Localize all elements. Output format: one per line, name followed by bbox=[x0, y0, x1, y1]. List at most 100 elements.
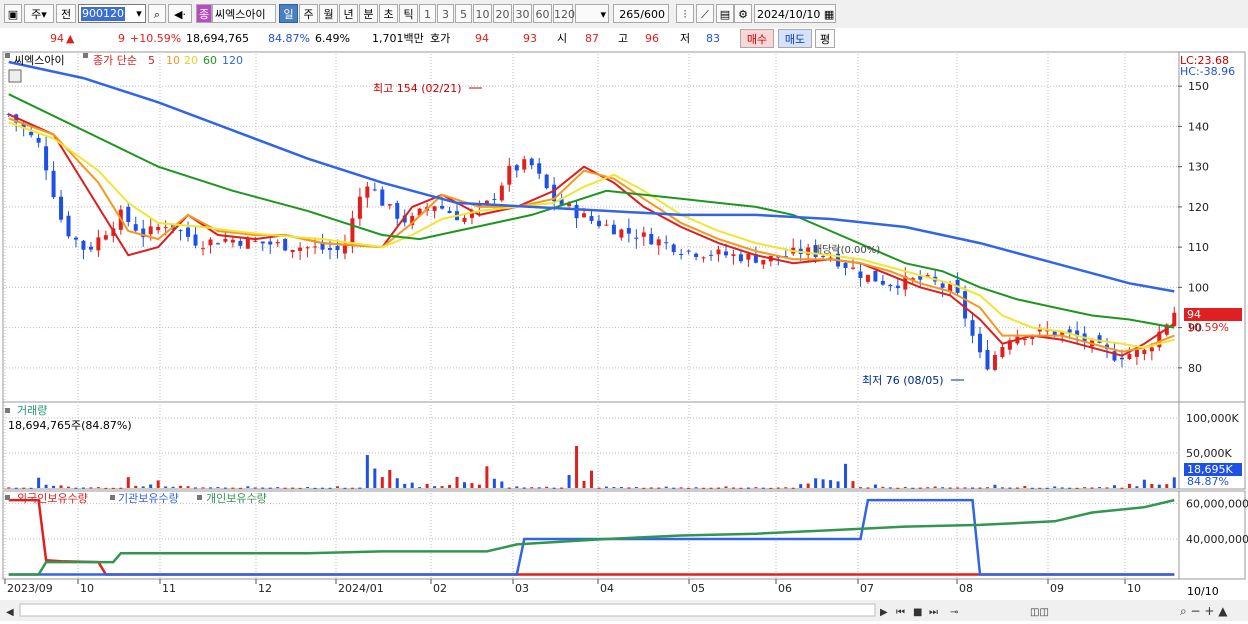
volume-bar bbox=[500, 481, 504, 488]
volume-bar bbox=[1135, 486, 1139, 488]
interval-1[interactable]: 1 bbox=[419, 4, 436, 23]
interval-custom-select[interactable]: ▾ bbox=[575, 4, 609, 23]
candle-style-button[interactable]: ⫶ bbox=[676, 4, 694, 23]
count-input[interactable]: 265/600 bbox=[613, 4, 669, 23]
x-tick-label: 06 bbox=[778, 582, 792, 595]
timeframe-week[interactable]: 주 bbox=[299, 4, 318, 23]
volume-bar bbox=[14, 487, 18, 489]
volume-bar bbox=[971, 487, 975, 489]
next-page-icon[interactable]: ⏭ bbox=[929, 607, 938, 618]
volume-bar bbox=[956, 487, 960, 489]
code-value: 900120 bbox=[81, 7, 125, 21]
candle-body bbox=[522, 159, 527, 170]
scroll-track[interactable] bbox=[19, 603, 876, 617]
volume-bar bbox=[276, 487, 280, 489]
candle-body bbox=[1022, 339, 1027, 341]
candle-body bbox=[380, 189, 385, 206]
volume-bar bbox=[67, 486, 71, 488]
zoom-icon[interactable]: ⌕ − + ▲ bbox=[1180, 604, 1228, 618]
prev-button[interactable]: 전 bbox=[56, 4, 76, 23]
chart-type-button[interactable]: 종 bbox=[196, 4, 212, 23]
volume-bar bbox=[552, 487, 556, 489]
volume-bar bbox=[941, 487, 945, 489]
volume-bar bbox=[350, 487, 354, 489]
timeframe-day[interactable]: 일 bbox=[279, 4, 298, 23]
candle-body bbox=[1000, 347, 1005, 357]
window-icon[interactable]: ▣ bbox=[4, 4, 22, 23]
candle-body bbox=[156, 226, 161, 231]
speaker-button[interactable]: ◀· bbox=[168, 4, 192, 23]
timeframe-minute[interactable]: 분 bbox=[359, 4, 378, 23]
zoom-slider-icon[interactable]: ⊸ bbox=[950, 607, 958, 618]
candle-body bbox=[29, 131, 34, 136]
scroll-right-icon[interactable]: ▶ bbox=[880, 607, 888, 618]
timeframe-year[interactable]: 년 bbox=[339, 4, 358, 23]
timeframe-month[interactable]: 월 bbox=[319, 4, 338, 23]
line-style-button[interactable]: ⟋ bbox=[696, 4, 714, 23]
prev-page-icon[interactable]: ⏮ bbox=[896, 607, 905, 618]
timeframe-tick[interactable]: 틱 bbox=[399, 4, 418, 23]
sell-button[interactable]: 매도 bbox=[778, 29, 812, 48]
scroll-left-icon[interactable]: ◀ bbox=[6, 607, 14, 618]
volume-bar bbox=[1112, 485, 1116, 488]
search-button[interactable]: ⌕ bbox=[148, 4, 166, 23]
candle-body bbox=[529, 158, 534, 166]
candle-body bbox=[395, 202, 400, 219]
save-button[interactable]: ▤ bbox=[716, 4, 734, 23]
candle-body bbox=[634, 237, 639, 239]
volume-bar bbox=[253, 487, 257, 489]
volume-bar bbox=[978, 487, 982, 489]
legend-bullet bbox=[110, 495, 115, 500]
candle-body bbox=[133, 224, 138, 231]
volume-bar bbox=[1127, 483, 1131, 488]
volume-bar bbox=[687, 487, 691, 489]
volume-bar bbox=[1008, 487, 1012, 489]
interval-20[interactable]: 20 bbox=[493, 4, 512, 23]
volume-bar bbox=[492, 478, 496, 488]
table-icon[interactable] bbox=[8, 69, 22, 83]
volume-bar bbox=[560, 487, 564, 489]
interval-3[interactable]: 3 bbox=[437, 4, 454, 23]
volume-last-pct: 84.87% bbox=[1187, 475, 1229, 488]
y-tick-label: 110 bbox=[1188, 241, 1209, 254]
interval-10[interactable]: 10 bbox=[473, 4, 492, 23]
volume-bar bbox=[918, 487, 922, 489]
interval-30[interactable]: 30 bbox=[513, 4, 532, 23]
volume-bar bbox=[365, 455, 369, 488]
candle-body bbox=[1119, 357, 1124, 360]
volume-bar bbox=[22, 487, 26, 489]
volume-value-label: 18,694,765주(84.87%) bbox=[8, 419, 132, 432]
date-input[interactable]: 2024/10/10 ▦ bbox=[754, 4, 836, 23]
candle-body bbox=[290, 249, 295, 253]
interval-60[interactable]: 60 bbox=[533, 4, 552, 23]
candle-body bbox=[701, 257, 706, 259]
eval-button[interactable]: 평 bbox=[815, 29, 835, 48]
volume-bar bbox=[799, 484, 803, 488]
volume-bar bbox=[179, 485, 183, 488]
settings-button[interactable]: ⚙ bbox=[734, 4, 752, 23]
volume-bar bbox=[126, 477, 130, 488]
volume-bar bbox=[1090, 487, 1094, 489]
code-dropdown-button[interactable]: ▾ bbox=[132, 4, 146, 23]
stop-icon[interactable]: ■ bbox=[913, 607, 922, 618]
volume-bar bbox=[485, 466, 489, 488]
high-value: 96 bbox=[645, 32, 659, 45]
volume-bar bbox=[238, 487, 242, 489]
volume-bar bbox=[522, 487, 526, 489]
volume-bar bbox=[223, 487, 227, 489]
volume-bar bbox=[1075, 487, 1079, 489]
volume-bar bbox=[1023, 486, 1027, 488]
x-tick-label: 07 bbox=[860, 582, 874, 595]
interval-5[interactable]: 5 bbox=[455, 4, 472, 23]
volume-bar bbox=[470, 483, 474, 488]
candle-body bbox=[305, 247, 310, 249]
tool-icon[interactable]: ◫◫ bbox=[1030, 607, 1049, 618]
volume-bar bbox=[672, 487, 676, 489]
period-select[interactable]: 주▾ bbox=[24, 4, 54, 23]
buy-button[interactable]: 매수 bbox=[740, 29, 774, 48]
volume-bar bbox=[1000, 487, 1004, 489]
candle-body bbox=[492, 198, 497, 200]
interval-120[interactable]: 120 bbox=[553, 4, 575, 23]
candle-body bbox=[230, 239, 235, 243]
timeframe-second[interactable]: 초 bbox=[379, 4, 398, 23]
